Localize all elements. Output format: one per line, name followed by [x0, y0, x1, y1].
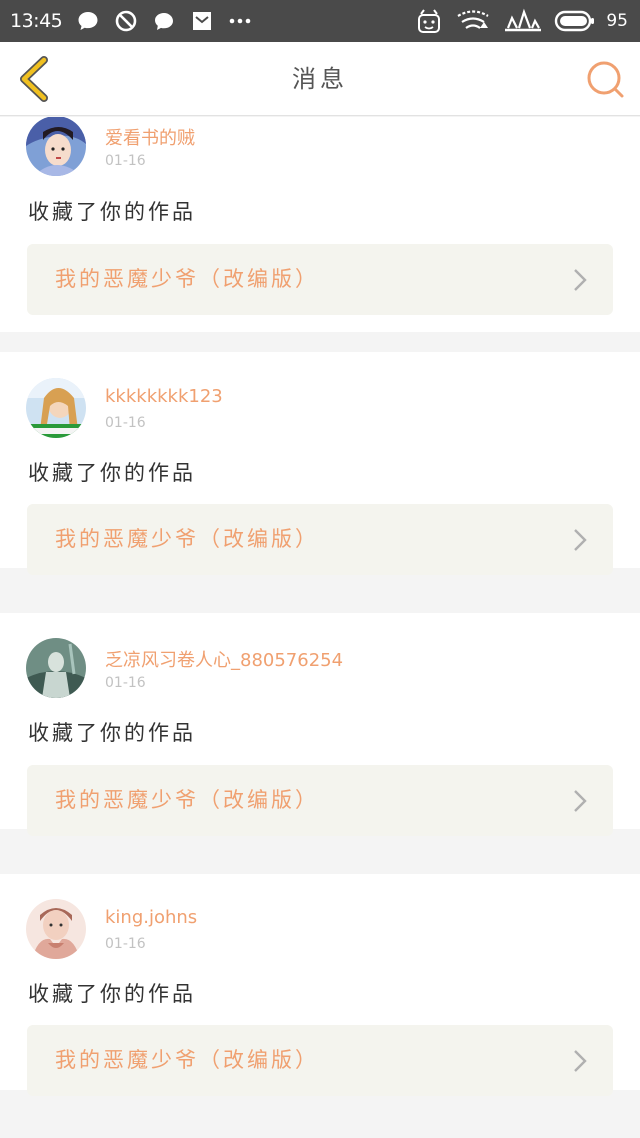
- work-link[interactable]: 我的恶魔少爷（改编版）: [27, 504, 613, 575]
- alarm-icon: [418, 9, 441, 33]
- action-text: 收藏了你的作品: [28, 461, 196, 485]
- battery-icon: [555, 10, 595, 32]
- chat-bubble-icon: [78, 12, 98, 30]
- top-nav-bar: 消息: [0, 42, 640, 116]
- chevron-right-icon: [574, 790, 587, 812]
- username[interactable]: kkkkkkkk123: [105, 386, 223, 407]
- chevron-right-icon: [574, 1050, 587, 1072]
- work-title: 我的恶魔少爷（改编版）: [55, 788, 319, 812]
- timestamp: 01-16: [105, 936, 146, 952]
- work-link[interactable]: 我的恶魔少爷（改编版）: [27, 244, 613, 315]
- action-text: 收藏了你的作品: [28, 200, 196, 224]
- search-icon[interactable]: [584, 58, 626, 100]
- avatar[interactable]: [26, 378, 86, 438]
- wifi-icon: [457, 10, 489, 29]
- signal-icon: [505, 8, 542, 32]
- work-link[interactable]: 我的恶魔少爷（改编版）: [27, 1025, 613, 1096]
- work-title: 我的恶魔少爷（改编版）: [55, 267, 319, 291]
- message-icon: [155, 13, 174, 30]
- message-card: king.johns 01-16 收藏了你的作品 我的恶魔少爷（改编版）: [0, 874, 640, 1096]
- timestamp: 01-16: [105, 415, 146, 431]
- do-not-disturb-icon: [115, 10, 137, 32]
- username[interactable]: 乏凉风习卷人心_880576254: [105, 646, 343, 672]
- work-title: 我的恶魔少爷（改编版）: [55, 527, 319, 551]
- timestamp: 01-16: [105, 153, 146, 169]
- chevron-right-icon: [574, 269, 587, 291]
- more-notifications-icon: [229, 18, 251, 24]
- action-text: 收藏了你的作品: [28, 721, 196, 745]
- action-text: 收藏了你的作品: [28, 982, 196, 1006]
- avatar[interactable]: [26, 899, 86, 959]
- page-title: 消息: [292, 65, 348, 93]
- message-list[interactable]: 爱看书的贼 01-16 收藏了你的作品 我的恶魔少爷（改编版） kkkkkkkk…: [0, 117, 640, 1138]
- avatar[interactable]: [26, 638, 86, 698]
- avatar[interactable]: [26, 117, 86, 176]
- status-time: 13:45: [10, 10, 63, 32]
- mail-icon: [193, 12, 212, 30]
- work-title: 我的恶魔少爷（改编版）: [55, 1048, 319, 1072]
- work-link[interactable]: 我的恶魔少爷（改编版）: [27, 765, 613, 836]
- message-card: 乏凉风习卷人心_880576254 01-16 收藏了你的作品 我的恶魔少爷（改…: [0, 613, 640, 836]
- timestamp: 01-16: [105, 675, 146, 691]
- message-card: 爱看书的贼 01-16 收藏了你的作品 我的恶魔少爷（改编版）: [0, 117, 640, 332]
- username[interactable]: king.johns: [105, 907, 197, 928]
- message-card: kkkkkkkk123 01-16 收藏了你的作品 我的恶魔少爷（改编版）: [0, 352, 640, 575]
- chevron-right-icon: [574, 529, 587, 551]
- username[interactable]: 爱看书的贼: [105, 124, 195, 150]
- battery-level: 95: [606, 11, 628, 31]
- status-bar: 13:45 95: [0, 0, 640, 42]
